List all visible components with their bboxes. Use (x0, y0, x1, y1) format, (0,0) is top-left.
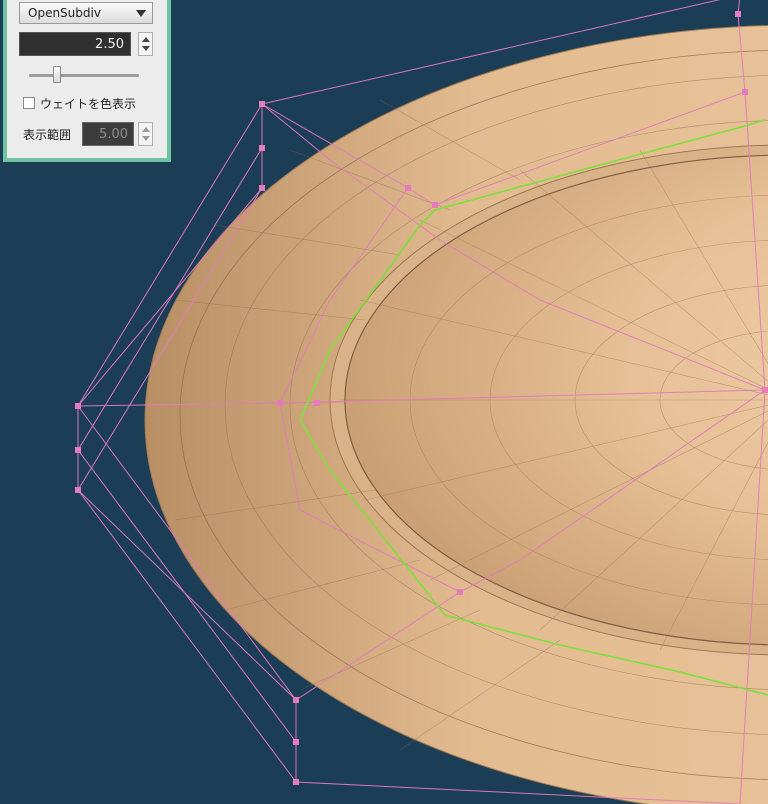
display-range-input[interactable]: 5.00 (82, 122, 134, 146)
subdivision-level-slider[interactable] (29, 74, 139, 77)
display-range-label: 表示範囲 (23, 128, 72, 142)
show-weight-color-checkbox[interactable] (23, 97, 35, 109)
arrow-up-icon[interactable] (142, 127, 150, 132)
subdivision-mode-value: OpenSubdiv (28, 6, 101, 20)
arrow-up-icon[interactable] (142, 37, 150, 42)
subdivision-panel: OpenSubdiv 2.50 ウェイトを色表示 表示範囲 5.00 (3, 0, 171, 162)
subdivision-level-input[interactable]: 2.50 (19, 32, 131, 56)
slider-thumb[interactable] (52, 66, 61, 83)
chevron-down-icon[interactable] (136, 10, 146, 17)
show-weight-color-label: ウェイトを色表示 (40, 97, 137, 111)
arrow-down-icon[interactable] (142, 136, 150, 141)
subdivision-level-stepper[interactable] (138, 32, 153, 56)
display-range-stepper[interactable] (138, 122, 153, 146)
arrow-down-icon[interactable] (142, 46, 150, 51)
subdivision-mode-select[interactable]: OpenSubdiv (19, 2, 153, 24)
